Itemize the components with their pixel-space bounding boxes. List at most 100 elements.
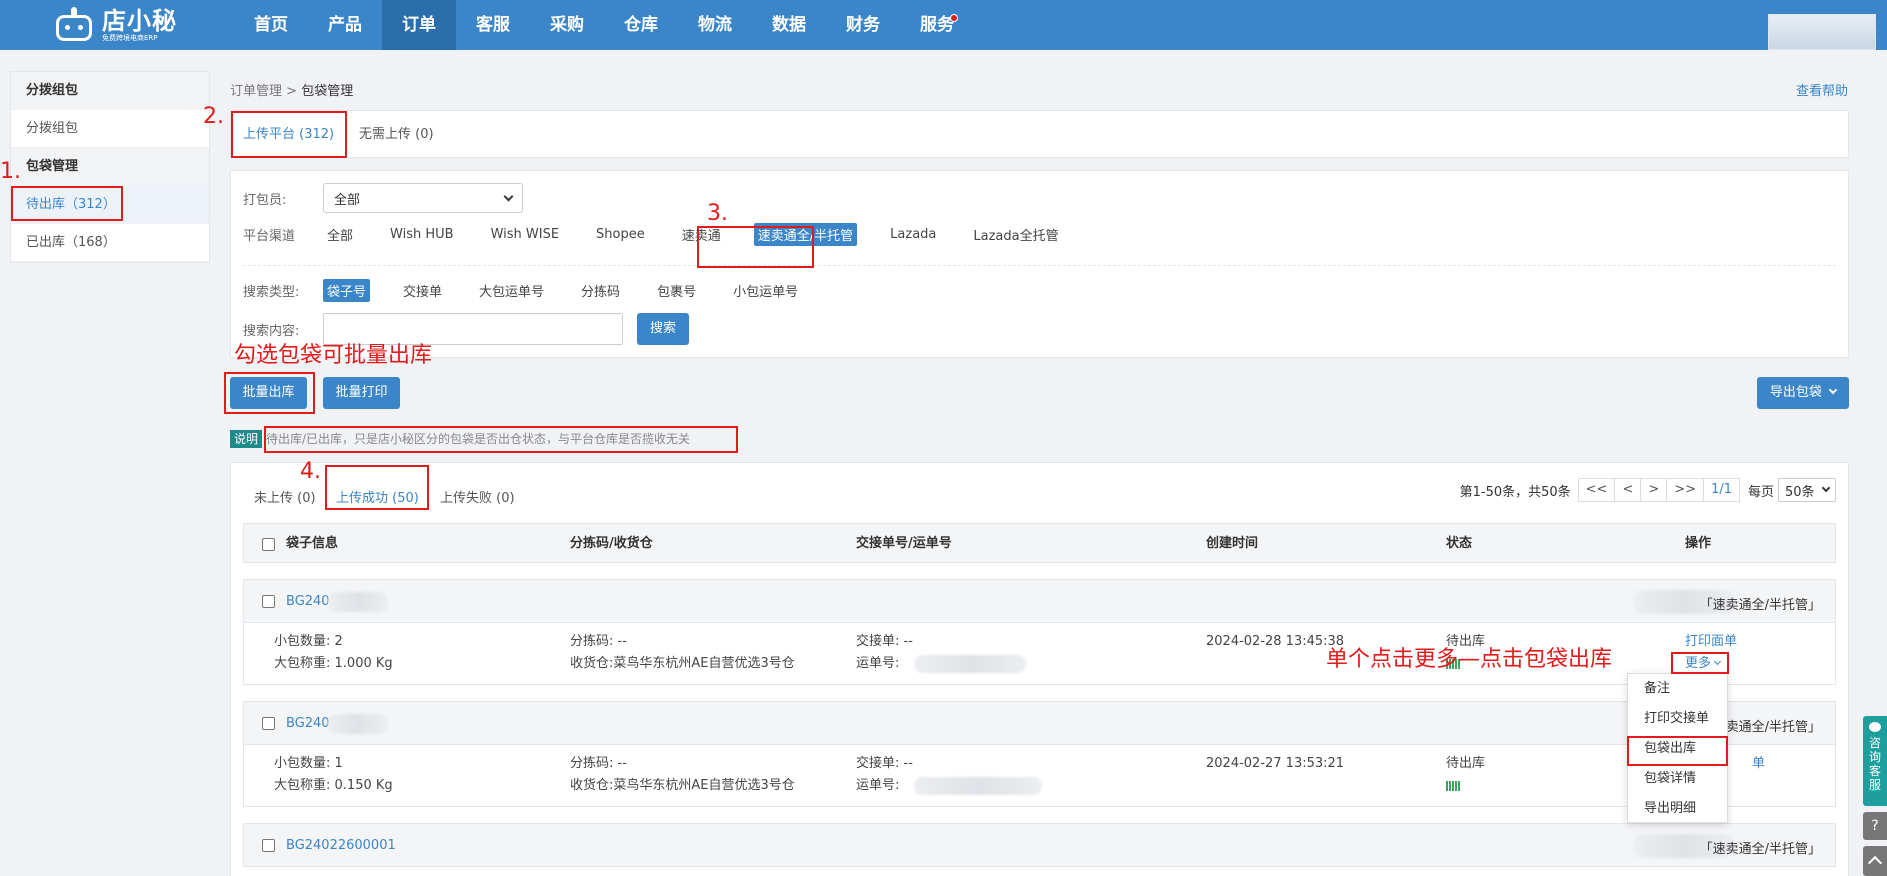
th-handover: 交接单号/运单号 [856, 536, 952, 551]
sidebar-group-bag-management: 包袋管理 [11, 148, 209, 186]
menu-item-note[interactable]: 备注 [1628, 674, 1727, 704]
breadcrumb-sep: > [286, 84, 298, 99]
nav-home[interactable]: 首页 [234, 0, 308, 50]
divider [243, 265, 1836, 266]
annotation-single-hint: 单个点击更多—点击包袋出库 [1326, 647, 1613, 672]
row-checkbox[interactable] [262, 839, 275, 852]
created-time: 2024-02-27 13:53:21 [1206, 756, 1345, 771]
menu-item-export-detail[interactable]: 导出明细 [1628, 794, 1727, 824]
chevron-down-icon [503, 191, 514, 201]
pagination: 第1-50条，共50条 << < > >> 1/1 每页 50条 [1460, 478, 1836, 502]
annotation-step-3: 3. [707, 201, 728, 226]
packer-select[interactable]: 全部 [323, 183, 523, 213]
bag-weight: 大包称重: 1.000 Kg [274, 656, 393, 671]
headset-icon [1869, 722, 1881, 732]
search-button[interactable]: 搜索 [637, 313, 689, 345]
table-header: 袋子信息 分拣码/收货仓 交接单号/运单号 创建时间 状态 操作 [243, 523, 1836, 563]
waybill-number: 运单号: [856, 778, 900, 793]
pager-next[interactable]: > [1640, 478, 1668, 502]
search-type-option-selected[interactable]: 袋子号 [323, 279, 371, 302]
breadcrumb-parent[interactable]: 订单管理 [230, 84, 282, 99]
per-page-select[interactable]: 50条 [1778, 478, 1836, 502]
platform-tag: 「速卖通全/半托管」 [1699, 842, 1821, 857]
sort-code: 分拣码: -- [570, 634, 627, 649]
th-ops: 操作 [1685, 536, 1712, 551]
subtab-upload-failed[interactable]: 上传失败 (0) [440, 487, 515, 506]
tab-no-upload[interactable]: 无需上传 (0) [359, 111, 434, 159]
chevron-down-icon [1821, 483, 1831, 493]
brand-name: 店小秘 [102, 6, 177, 35]
menu-item-bag-detail[interactable]: 包袋详情 [1628, 764, 1727, 794]
print-label-link[interactable]: 打印面单 [1685, 633, 1737, 651]
redacted-text [914, 777, 1042, 795]
annotation-step-2: 2. [203, 104, 224, 129]
nav-data[interactable]: 数据 [752, 0, 826, 50]
export-bags-button[interactable]: 导出包袋 [1757, 377, 1849, 409]
nav-warehouse[interactable]: 仓库 [604, 0, 678, 50]
table-row-header: BG24022600001 「速卖通全/半托管」 [243, 823, 1836, 867]
per-page-value: 50条 [1785, 484, 1815, 500]
menu-item-print-handover[interactable]: 打印交接单 [1628, 704, 1727, 734]
channel-option[interactable]: Shopee [592, 225, 649, 244]
pager-prev[interactable]: < [1614, 478, 1642, 502]
back-to-top-button[interactable] [1863, 846, 1887, 876]
search-content-row: 搜索内容: 搜索 [243, 313, 689, 345]
status-text: 待出库 [1446, 756, 1486, 771]
customer-service-float[interactable]: 咨询客服 [1863, 716, 1887, 806]
channel-option[interactable]: Wish HUB [386, 225, 458, 244]
subtab-not-uploaded[interactable]: 未上传 (0) [254, 487, 316, 506]
arrow-up-icon [1867, 855, 1883, 871]
table-row-header: BG2402 「速卖通全/半托管」 [243, 701, 1836, 745]
created-time: 2024-02-28 13:45:38 [1206, 634, 1345, 649]
brand-tagline: 免费跨境电商ERP [102, 33, 158, 42]
brand-logo[interactable]: 店小秘 免费跨境电商ERP [52, 6, 177, 44]
channel-option[interactable]: Lazada全托管 [969, 223, 1062, 246]
waybill-number: 运单号: [856, 656, 900, 671]
search-type-option[interactable]: 交接单 [399, 279, 446, 302]
bag-id-link[interactable]: BG24022600001 [286, 838, 396, 853]
help-question-icon[interactable]: ? [1863, 812, 1887, 840]
annotation-box-bag-out [1627, 736, 1728, 766]
annotation-box-more [1671, 652, 1729, 674]
sidebar-item-sorting-pack[interactable]: 分拨组包 [11, 110, 209, 148]
bag-count: 小包数量: 2 [274, 634, 343, 649]
print-label-link[interactable]: 单 [1752, 755, 1765, 773]
search-type-option[interactable]: 小包运单号 [729, 279, 802, 302]
channel-option[interactable]: Wish WISE [487, 225, 563, 244]
sidebar-group-sorting: 分拨组包 [11, 72, 209, 110]
pager-last[interactable]: >> [1666, 478, 1705, 502]
th-status: 状态 [1446, 536, 1473, 551]
search-type-row: 搜索类型: 袋子号 交接单 大包运单号 分拣码 包裹号 小包运单号 [243, 279, 831, 302]
annotation-box-note [264, 426, 738, 453]
main-nav: 首页 产品 订单 客服 采购 仓库 物流 数据 财务 服务 [234, 0, 974, 50]
receiving-warehouse: 收货仓:菜鸟华东杭州AE自营优选3号仓 [570, 778, 795, 793]
nav-purchase[interactable]: 采购 [530, 0, 604, 50]
select-all-checkbox[interactable] [262, 538, 275, 551]
pager-first[interactable]: << [1577, 478, 1616, 502]
channel-row: 平台渠道 全部 Wish HUB Wish WISE Shopee 速卖通 速卖… [243, 223, 1092, 246]
row-checkbox[interactable] [262, 595, 275, 608]
channel-option[interactable]: 全部 [323, 223, 357, 246]
nav-finance[interactable]: 财务 [826, 0, 900, 50]
row-checkbox[interactable] [262, 717, 275, 730]
nav-products[interactable]: 产品 [308, 0, 382, 50]
search-input[interactable] [323, 313, 623, 345]
sidebar-item-shipped-out[interactable]: 已出库（168） [11, 224, 209, 262]
search-type-option[interactable]: 大包运单号 [475, 279, 548, 302]
filter-panel: 打包员: 全部 平台渠道 全部 Wish HUB Wish WISE Shope… [230, 170, 1849, 358]
batch-print-button[interactable]: 批量打印 [323, 377, 400, 409]
nav-services[interactable]: 服务 [900, 0, 974, 50]
help-link[interactable]: 查看帮助 [1796, 80, 1848, 99]
nav-logistics[interactable]: 物流 [678, 0, 752, 50]
pager-summary: 第1-50条，共50条 [1459, 484, 1571, 500]
handover-number: 交接单: -- [856, 634, 913, 649]
nav-orders[interactable]: 订单 [382, 0, 456, 50]
chevron-down-icon [1828, 385, 1838, 395]
search-type-option[interactable]: 分拣码 [577, 279, 624, 302]
redacted-text [914, 655, 1026, 673]
search-type-option[interactable]: 包裹号 [653, 279, 700, 302]
user-account-box[interactable] [1768, 14, 1876, 50]
nav-customer-service[interactable]: 客服 [456, 0, 530, 50]
customer-service-label: 咨询客服 [1869, 736, 1882, 792]
channel-option[interactable]: Lazada [886, 225, 940, 244]
